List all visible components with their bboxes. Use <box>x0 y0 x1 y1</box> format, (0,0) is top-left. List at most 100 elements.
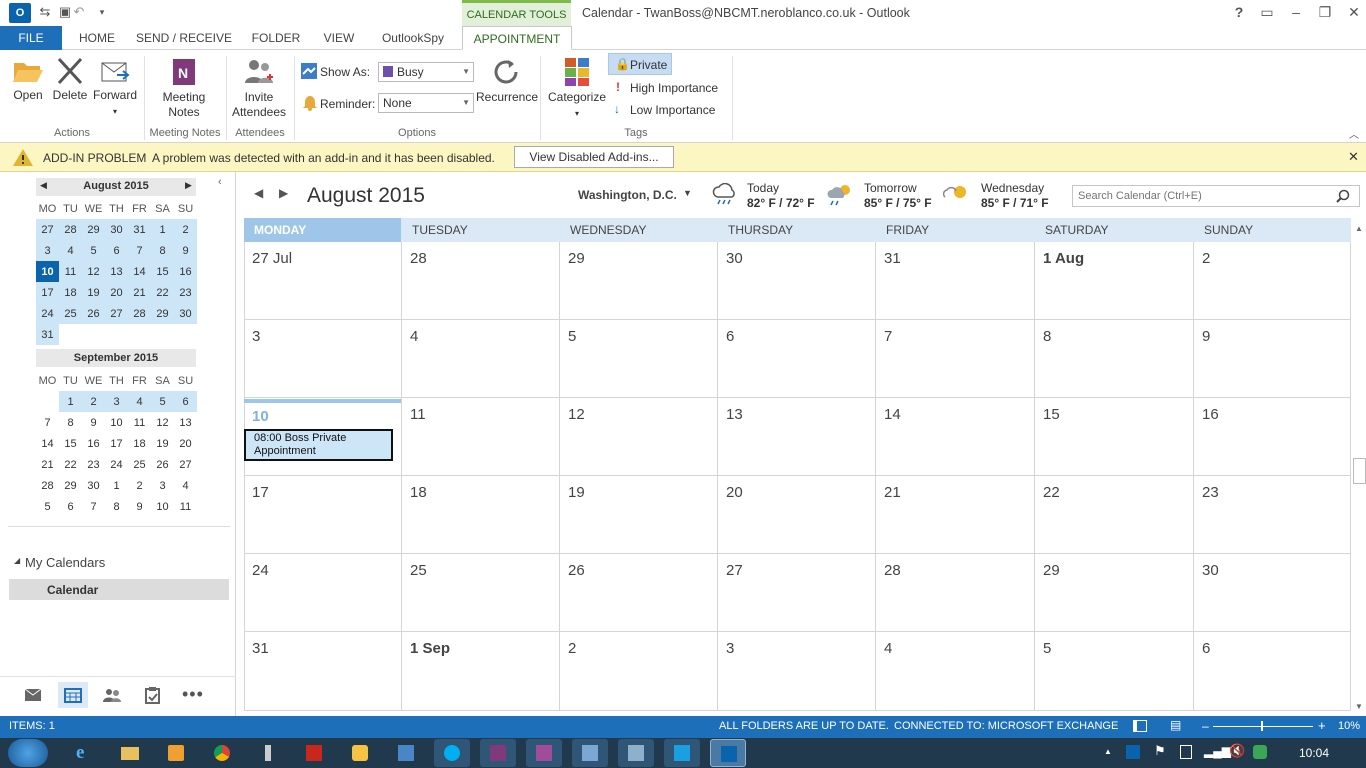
mini-calendar-day[interactable]: 3 <box>36 240 59 261</box>
help-button[interactable]: ? <box>1224 0 1254 24</box>
day-cell[interactable]: 31 <box>876 242 1035 320</box>
people-icon[interactable] <box>103 688 121 703</box>
day-cell[interactable]: 21 <box>876 476 1035 554</box>
search-icon[interactable] <box>1336 189 1350 203</box>
next-month-icon[interactable]: ▶ <box>279 186 288 200</box>
sync-tray-icon[interactable] <box>1253 745 1267 759</box>
scroll-down-icon[interactable]: ▼ <box>1355 702 1363 711</box>
volume-muted-icon[interactable]: 🔇 <box>1229 743 1245 759</box>
mini-calendar-day[interactable]: 10 <box>36 261 59 282</box>
day-cell[interactable]: 20 <box>718 476 876 554</box>
mini-calendar-day[interactable]: 12 <box>151 412 174 433</box>
day-cell[interactable]: 6 <box>1194 632 1351 711</box>
mini-calendar-day[interactable]: 4 <box>59 240 82 261</box>
onenote-taskbar-icon[interactable] <box>480 739 516 767</box>
mini-calendar-day[interactable]: 15 <box>151 261 174 282</box>
delete-button[interactable]: Delete <box>50 57 90 103</box>
collapse-pane-icon[interactable]: ‹ <box>218 176 222 188</box>
zoom-slider-thumb[interactable] <box>1261 721 1263 731</box>
day-cell[interactable]: 31 <box>244 632 402 711</box>
collapse-ribbon-icon[interactable]: ︿ <box>1349 126 1359 141</box>
tab-send-receive[interactable]: SEND / RECEIVE <box>134 26 234 50</box>
close-addin-bar-icon[interactable]: ✕ <box>1348 149 1359 165</box>
mini-calendar-day[interactable]: 19 <box>82 282 105 303</box>
outlook-app-icon[interactable]: O <box>9 3 31 23</box>
customize-toolbar-icon[interactable]: ▾ <box>93 3 111 21</box>
pdf-reader-icon[interactable] <box>296 739 332 767</box>
high-importance-button[interactable]: ! High Importance <box>612 80 727 98</box>
close-button[interactable]: ✕ <box>1339 0 1366 24</box>
day-cell[interactable]: 16 <box>1194 398 1351 476</box>
tab-folder[interactable]: FOLDER <box>244 26 308 50</box>
mini-calendar-day[interactable]: 29 <box>82 219 105 240</box>
ribbon-display-options-icon[interactable]: ▭ <box>1252 0 1282 24</box>
mini-calendar-day[interactable]: 9 <box>128 496 151 517</box>
recurrence-button[interactable]: Recurrence <box>476 57 538 105</box>
mini-calendar-day[interactable]: 4 <box>128 391 151 412</box>
mini-calendar-day[interactable]: 25 <box>128 454 151 475</box>
mini-calendar-day[interactable]: 5 <box>151 391 174 412</box>
mini-calendar-day[interactable]: 12 <box>82 261 105 282</box>
mini-calendar-day[interactable]: 13 <box>105 261 128 282</box>
mini-calendar-day[interactable]: 1 <box>59 391 82 412</box>
lync-icon[interactable] <box>664 739 700 767</box>
day-cell[interactable]: 27 Jul <box>244 242 402 320</box>
zoom-out-icon[interactable]: – <box>1202 719 1209 733</box>
mini-calendar-day[interactable]: 18 <box>128 433 151 454</box>
mini-calendar-day[interactable]: 22 <box>151 282 174 303</box>
day-cell[interactable]: 29 <box>1035 554 1194 632</box>
mini-calendar-day[interactable]: 23 <box>174 282 197 303</box>
skype-icon[interactable] <box>434 739 470 767</box>
flag-icon[interactable]: ⚑ <box>1154 743 1166 759</box>
mini-calendar-day[interactable]: 5 <box>36 496 59 517</box>
mini-calendar-day[interactable]: 10 <box>151 496 174 517</box>
send-receive-icon[interactable]: ⇆ <box>36 3 54 21</box>
my-calendars-heading[interactable]: My Calendars <box>25 555 105 570</box>
outlook-taskbar-icon[interactable] <box>710 739 746 767</box>
mini-calendar-day[interactable]: 26 <box>82 303 105 324</box>
day-cell[interactable]: 13 <box>718 398 876 476</box>
calendar-folder-item[interactable]: Calendar <box>9 579 229 600</box>
day-cell[interactable]: 6 <box>718 320 876 398</box>
mini-calendar-day[interactable]: 24 <box>105 454 128 475</box>
low-importance-button[interactable]: ↓ Low Importance <box>612 102 727 120</box>
mini-calendar-day[interactable]: 30 <box>105 219 128 240</box>
day-cell[interactable]: 24 <box>244 554 402 632</box>
mini-calendar-day[interactable]: 28 <box>36 475 59 496</box>
undo-icon[interactable]: ↶ <box>70 3 88 21</box>
show-hidden-icons[interactable]: ▲ <box>1104 747 1112 756</box>
day-cell[interactable]: 30 <box>1194 554 1351 632</box>
weather-location[interactable]: Washington, D.C. <box>578 188 677 202</box>
mini-calendar-day[interactable]: 8 <box>151 240 174 261</box>
mini-calendar-day[interactable]: 28 <box>59 219 82 240</box>
mini-calendar-day[interactable]: 31 <box>36 324 59 345</box>
calendar-icon[interactable] <box>64 688 82 703</box>
screen-tool-icon[interactable] <box>388 739 424 767</box>
view-disabled-addins-button[interactable]: View Disabled Add-ins... <box>514 146 674 168</box>
mini-calendar-day[interactable]: 19 <box>151 433 174 454</box>
tab-outlookspy[interactable]: OutlookSpy <box>372 26 454 50</box>
day-cell[interactable]: 15 <box>1035 398 1194 476</box>
mini-calendar-day[interactable]: 8 <box>59 412 82 433</box>
mini-calendar-day[interactable]: 11 <box>128 412 151 433</box>
mini-calendar-day[interactable]: 2 <box>128 475 151 496</box>
mini-calendar-day[interactable]: 23 <box>82 454 105 475</box>
day-cell[interactable]: 1 Sep <box>402 632 560 711</box>
tab-appointment[interactable]: APPOINTMENT <box>462 26 572 50</box>
scroll-up-icon[interactable]: ▲ <box>1355 224 1363 233</box>
day-cell[interactable]: 27 <box>718 554 876 632</box>
day-cell[interactable]: 3 <box>244 320 402 398</box>
mail-icon[interactable] <box>24 688 42 702</box>
mini-calendar-day[interactable]: 17 <box>36 282 59 303</box>
tab-view[interactable]: VIEW <box>316 26 362 50</box>
day-cell[interactable]: 17 <box>244 476 402 554</box>
file-explorer-icon[interactable] <box>112 739 148 767</box>
network-signal-icon[interactable]: ▂▄▆ <box>1204 744 1231 758</box>
day-cell[interactable]: 7 <box>876 320 1035 398</box>
open-button[interactable]: Open <box>8 57 48 103</box>
mini-calendar-day[interactable]: 14 <box>128 261 151 282</box>
day-cell[interactable]: 22 <box>1035 476 1194 554</box>
mini-calendar-day[interactable]: 28 <box>128 303 151 324</box>
scroll-thumb[interactable] <box>1353 458 1366 484</box>
day-cell[interactable]: 30 <box>718 242 876 320</box>
